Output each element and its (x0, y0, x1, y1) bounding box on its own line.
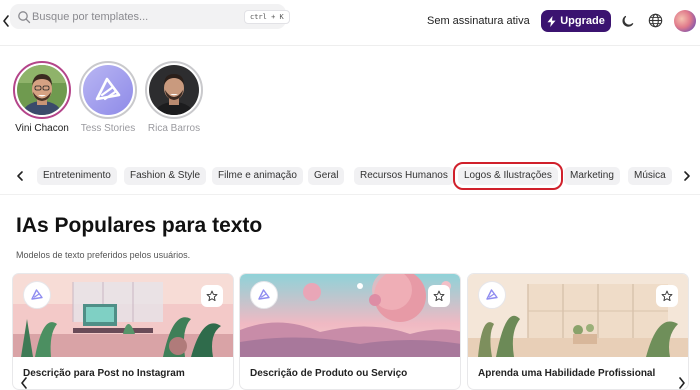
story-ring (13, 61, 71, 119)
tess-logo-avatar (83, 65, 133, 115)
favorite-star-icon[interactable] (201, 285, 223, 307)
lightning-icon (547, 15, 556, 27)
search-input[interactable] (32, 7, 222, 26)
card-title: Descrição para Post no Instagram (23, 368, 185, 379)
tess-logo-icon (478, 281, 506, 309)
keyboard-shortcut-hint: ctrl + K (244, 10, 290, 24)
template-card[interactable]: Descrição de Produto ou Serviço (239, 273, 461, 390)
story-name: Vini Chacon (15, 123, 69, 134)
upgrade-button[interactable]: Upgrade (541, 10, 611, 32)
story-ring (145, 61, 203, 119)
category-chip[interactable]: Recursos Humanos (354, 167, 454, 185)
card-title: Aprenda uma Habilidade Profissional (478, 368, 656, 379)
template-card[interactable]: Aprenda uma Habilidade Profissional (467, 273, 689, 390)
category-chip[interactable]: Música (628, 167, 672, 185)
carousel-next-icon[interactable] (676, 376, 688, 390)
category-chip[interactable]: Geral (308, 167, 345, 185)
category-chip[interactable]: Marketing (564, 167, 620, 185)
chevron-left-icon[interactable] (13, 169, 27, 183)
search-box[interactable]: ctrl + K (10, 4, 290, 29)
story-rica-barros[interactable]: Rica Barros (144, 61, 204, 134)
globe-icon[interactable] (648, 13, 663, 28)
favorite-star-icon[interactable] (428, 285, 450, 307)
upgrade-label: Upgrade (560, 15, 605, 27)
story-name: Tess Stories (80, 123, 136, 134)
category-chip[interactable]: Entretenimento (37, 167, 117, 185)
divider (0, 194, 700, 195)
story-ring (79, 61, 137, 119)
category-chip-highlighted[interactable]: Logos & Ilustrações (453, 162, 563, 190)
favorite-star-icon[interactable] (656, 285, 678, 307)
search-icon (18, 11, 31, 24)
top-bar: ctrl + K Sem assinatura ativa Upgrade (0, 0, 700, 46)
tess-logo-icon (250, 281, 278, 309)
subscription-status[interactable]: Sem assinatura ativa (427, 10, 530, 32)
moon-icon[interactable] (622, 14, 636, 28)
category-chip[interactable]: Fashion & Style (124, 167, 207, 185)
category-chip[interactable]: Filme e animação (212, 167, 303, 185)
section-subtitle: Modelos de texto preferidos pelos usuári… (16, 250, 191, 260)
story-name: Rica Barros (147, 123, 201, 134)
avatar (17, 65, 67, 115)
template-card[interactable]: Descrição para Post no Instagram (12, 273, 234, 390)
section-title: IAs Populares para texto (16, 214, 263, 237)
tess-logo-icon (23, 281, 51, 309)
chevron-right-icon[interactable] (680, 169, 694, 183)
carousel-prev-icon[interactable] (18, 376, 30, 390)
avatar (149, 65, 199, 115)
story-vini-chacon[interactable]: Vini Chacon (12, 61, 72, 134)
category-bar: Entretenimento Fashion & Style Filme e a… (0, 160, 700, 192)
page: ctrl + K Sem assinatura ativa Upgrade (0, 0, 700, 390)
user-avatar[interactable] (674, 10, 696, 32)
story-tess-stories[interactable]: Tess Stories (78, 61, 138, 134)
card-title: Descrição de Produto ou Serviço (250, 368, 408, 379)
